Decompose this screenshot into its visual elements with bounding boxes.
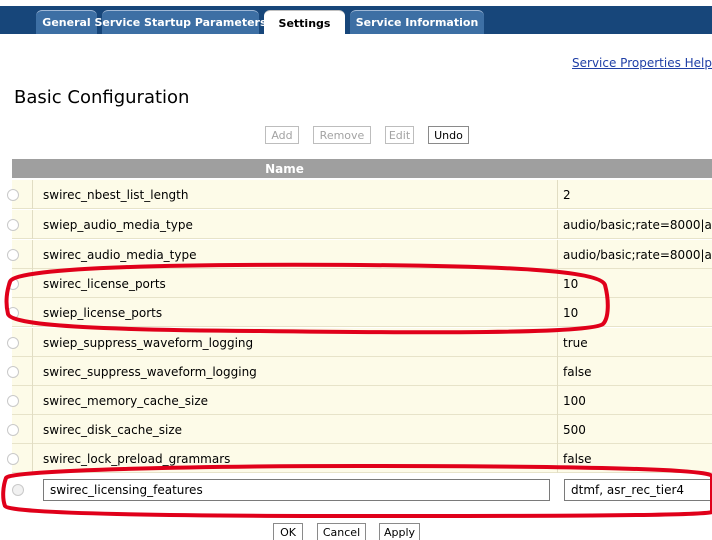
column-divider xyxy=(557,240,558,269)
table-header: Name xyxy=(12,159,712,178)
row-name: swirec_disk_cache_size xyxy=(43,422,183,437)
service-properties-help-link[interactable]: Service Properties Help xyxy=(572,56,712,70)
table-row[interactable]: swirec_license_ports 10 xyxy=(7,269,712,298)
ok-button[interactable]: OK xyxy=(273,523,303,540)
row-value: false xyxy=(563,451,592,466)
table-row[interactable]: swiep_audio_media_type audio/basic;rate=… xyxy=(7,210,712,239)
apply-button[interactable]: Apply xyxy=(379,523,420,540)
row-name: swirec_audio_media_type xyxy=(43,247,197,262)
column-divider xyxy=(32,444,33,473)
row-radio[interactable] xyxy=(7,395,19,407)
row-radio[interactable] xyxy=(7,453,19,465)
column-divider xyxy=(32,210,33,239)
name-input[interactable]: swirec_licensing_features xyxy=(43,479,550,501)
row-value: 500 xyxy=(563,422,586,437)
table-row[interactable]: swirec_audio_media_type audio/basic;rate… xyxy=(7,240,712,269)
column-divider xyxy=(557,328,558,357)
edit-row-radio[interactable] xyxy=(12,484,24,496)
row-radio[interactable] xyxy=(7,249,19,261)
row-name: swirec_memory_cache_size xyxy=(43,393,208,408)
row-name: swirec_license_ports xyxy=(43,276,166,291)
column-divider xyxy=(32,269,33,298)
column-divider xyxy=(557,386,558,415)
row-value: 10 xyxy=(563,276,579,291)
row-radio[interactable] xyxy=(7,424,19,436)
tab-settings[interactable]: Settings xyxy=(264,10,345,35)
column-divider xyxy=(557,444,558,473)
row-name: swiep_audio_media_type xyxy=(43,217,193,232)
page-title: Basic Configuration xyxy=(14,87,190,108)
row-radio[interactable] xyxy=(7,337,19,349)
row-value: audio/basic;rate=8000|a xyxy=(563,247,712,262)
value-input[interactable]: dtmf, asr_rec_tier4 xyxy=(564,479,712,501)
column-divider xyxy=(32,240,33,269)
column-divider xyxy=(32,328,33,357)
row-name: swiep_suppress_waveform_logging xyxy=(43,335,254,350)
row-radio[interactable] xyxy=(7,278,19,290)
undo-button[interactable]: Undo xyxy=(428,126,469,144)
row-radio[interactable] xyxy=(7,189,19,201)
tab-bar: General Service Startup Parameters Setti… xyxy=(0,0,712,35)
column-divider xyxy=(32,180,33,209)
remove-button[interactable]: Remove xyxy=(313,126,371,144)
column-divider xyxy=(557,180,558,209)
column-divider xyxy=(32,298,33,327)
column-divider xyxy=(32,357,33,386)
column-divider xyxy=(32,415,33,444)
row-name: swirec_suppress_waveform_logging xyxy=(43,364,257,379)
column-divider xyxy=(557,357,558,386)
row-name: swirec_nbest_list_length xyxy=(43,187,189,202)
add-button[interactable]: Add xyxy=(265,126,299,144)
table-row[interactable]: swirec_nbest_list_length 2 xyxy=(7,180,712,209)
edit-button[interactable]: Edit xyxy=(385,126,414,144)
row-value: 2 xyxy=(563,187,571,202)
row-value: true xyxy=(563,335,588,350)
row-value: 100 xyxy=(563,393,586,408)
row-name: swirec_lock_preload_grammars xyxy=(43,451,231,466)
tab-service-startup-parameters[interactable]: Service Startup Parameters xyxy=(94,10,267,34)
table-row[interactable]: swirec_lock_preload_grammars false xyxy=(7,444,712,473)
table-row[interactable]: swiep_suppress_waveform_logging true xyxy=(7,328,712,357)
column-divider xyxy=(557,269,558,298)
table-row[interactable]: swiep_license_ports 10 xyxy=(7,298,712,327)
table-row[interactable]: swirec_suppress_waveform_logging false xyxy=(7,357,712,386)
row-radio[interactable] xyxy=(7,307,19,319)
row-radio[interactable] xyxy=(7,219,19,231)
row-value: 10 xyxy=(563,305,579,320)
row-value: false xyxy=(563,364,592,379)
table-row[interactable]: swirec_disk_cache_size 500 xyxy=(7,415,712,444)
column-divider xyxy=(557,298,558,327)
tab-general[interactable]: General xyxy=(36,10,97,34)
tab-service-information[interactable]: Service Information xyxy=(350,10,484,34)
column-divider xyxy=(32,386,33,415)
edit-row: swirec_licensing_features dtmf, asr_rec_… xyxy=(12,474,712,506)
column-divider xyxy=(557,415,558,444)
column-header-name[interactable]: Name xyxy=(12,159,557,178)
cancel-button[interactable]: Cancel xyxy=(317,523,366,540)
table-row[interactable]: swirec_memory_cache_size 100 xyxy=(7,386,712,415)
column-divider xyxy=(557,210,558,239)
row-name: swiep_license_ports xyxy=(43,305,163,320)
row-radio[interactable] xyxy=(7,366,19,378)
row-value: audio/basic;rate=8000|a xyxy=(563,217,712,232)
